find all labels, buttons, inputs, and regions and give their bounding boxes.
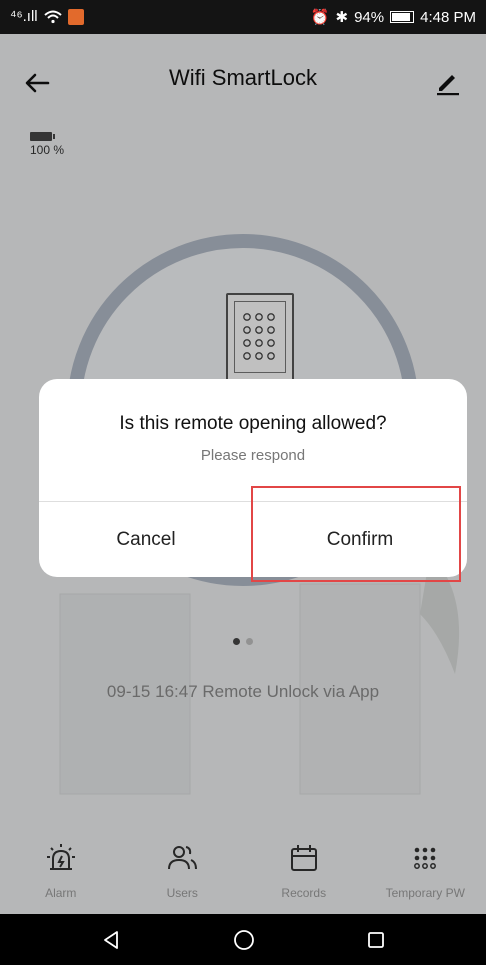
system-nav-bar xyxy=(0,914,486,965)
signal-indicator: ⁴⁶.ıll xyxy=(10,8,38,25)
status-right: ⏰ ✱ 94% 4:48 PM xyxy=(310,8,476,27)
dialog-title: Is this remote opening allowed? xyxy=(119,413,387,434)
home-circle-icon[interactable] xyxy=(232,928,256,952)
back-triangle-icon[interactable] xyxy=(100,929,122,951)
clock: 4:48 PM xyxy=(420,8,476,26)
dialog-subtitle: Please respond xyxy=(200,447,306,464)
battery-icon xyxy=(390,11,415,23)
confirm-button[interactable]: Confirm xyxy=(253,502,467,577)
recents-square-icon[interactable] xyxy=(366,930,386,950)
status-left: ⁴⁶.ıll xyxy=(10,8,84,25)
wifi-icon xyxy=(43,10,62,23)
bluetooth-icon: ✱ xyxy=(335,9,349,26)
app-notification-icon xyxy=(67,8,84,25)
status-bar: ⁴⁶.ıll ⏰ ✱ 94% 4:48 PM xyxy=(0,0,486,34)
remote-unlock-dialog: Is this remote opening allowed? Please r… xyxy=(39,379,467,577)
alarm-clock-icon: ⏰ xyxy=(310,9,330,26)
battery-percent: 94% xyxy=(354,8,385,26)
cancel-button[interactable]: Cancel xyxy=(39,502,253,577)
